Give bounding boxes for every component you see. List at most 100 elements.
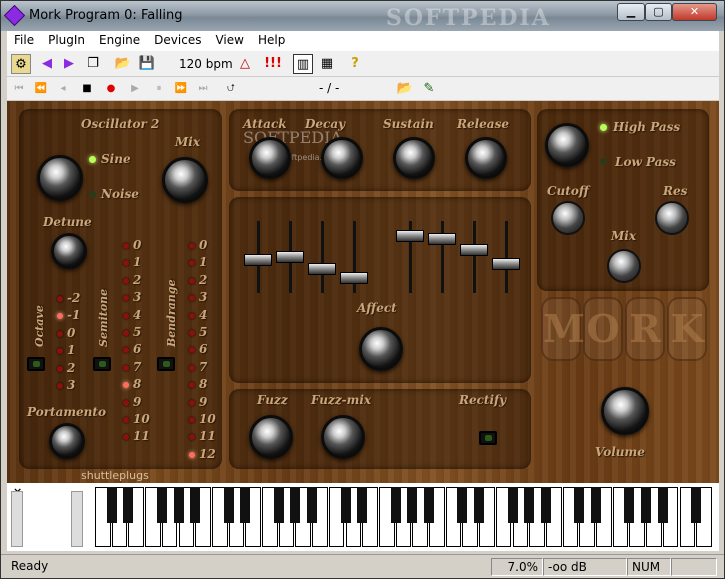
- loop-icon[interactable]: ⮍: [223, 80, 239, 98]
- bend-list-led-12[interactable]: [189, 451, 195, 458]
- osc-waveform-knob[interactable]: [37, 155, 83, 201]
- black-key[interactable]: [524, 487, 535, 523]
- black-key[interactable]: [624, 487, 635, 523]
- rectify-button[interactable]: [479, 431, 497, 445]
- release-knob[interactable]: [465, 137, 507, 179]
- black-key[interactable]: [657, 487, 668, 523]
- plugin-icon[interactable]: ⚙: [11, 54, 31, 74]
- bend-list-led-5[interactable]: [189, 330, 195, 336]
- menu-help[interactable]: Help: [251, 31, 292, 47]
- oct-list-led-5[interactable]: [57, 383, 63, 389]
- portamento-knob[interactable]: [49, 423, 85, 459]
- close-button[interactable]: ✕: [672, 3, 717, 21]
- open-folder-icon-2[interactable]: 📂: [395, 79, 415, 99]
- black-key[interactable]: [173, 487, 184, 523]
- black-key[interactable]: [240, 487, 251, 523]
- back-arrow-icon[interactable]: ◀: [37, 54, 57, 74]
- semi-list-led-10[interactable]: [123, 417, 129, 423]
- black-key[interactable]: [357, 487, 368, 523]
- filter-mode-knob[interactable]: [545, 123, 589, 167]
- minimize-button[interactable]: ▁: [617, 3, 645, 21]
- tempo-display[interactable]: 120 bpm: [179, 57, 233, 71]
- edit-icon[interactable]: ✎: [419, 79, 439, 99]
- mod-wheel[interactable]: [71, 491, 83, 547]
- black-key[interactable]: [474, 487, 485, 523]
- fader-1[interactable]: [244, 254, 272, 266]
- stop-icon[interactable]: ■: [79, 80, 95, 98]
- record-icon[interactable]: ●: [103, 80, 119, 98]
- oct-list-led-0[interactable]: [57, 296, 63, 302]
- pitch-wheel[interactable]: [11, 491, 23, 547]
- help-button[interactable]: ?: [345, 54, 365, 74]
- bend-list-led-9[interactable]: [189, 399, 195, 406]
- fuzz-mix-knob[interactable]: [321, 415, 365, 459]
- black-key[interactable]: [507, 487, 518, 523]
- menu-devices[interactable]: Devices: [147, 31, 208, 47]
- black-key[interactable]: [290, 487, 301, 523]
- black-key[interactable]: [273, 487, 284, 523]
- keyboard-icon[interactable]: ▥: [293, 54, 313, 74]
- fast-forward-icon[interactable]: ⏩: [173, 80, 189, 98]
- menu-plugin[interactable]: PlugIn: [41, 31, 92, 47]
- save-icon[interactable]: 💾: [137, 54, 157, 74]
- oct-list-led-2[interactable]: [57, 330, 63, 337]
- editor-icon[interactable]: ▦: [317, 54, 337, 74]
- fader-3[interactable]: [308, 263, 336, 275]
- black-key[interactable]: [591, 487, 601, 523]
- fader-4[interactable]: [340, 272, 368, 284]
- semi-list-led-7[interactable]: [123, 364, 129, 371]
- black-key[interactable]: [190, 487, 201, 523]
- bendrange-button[interactable]: [157, 357, 175, 371]
- menu-engine[interactable]: Engine: [92, 31, 147, 47]
- semi-list-led-0[interactable]: [123, 243, 129, 249]
- step-back-icon[interactable]: ◂: [55, 80, 71, 98]
- sustain-knob[interactable]: [393, 137, 435, 179]
- cutoff-knob[interactable]: [551, 201, 585, 235]
- fuzz-knob[interactable]: [249, 415, 293, 459]
- black-key[interactable]: [424, 487, 434, 523]
- fader-8[interactable]: [492, 258, 520, 271]
- menu-view[interactable]: View: [208, 31, 250, 47]
- black-key[interactable]: [307, 487, 318, 523]
- semitone-button[interactable]: [93, 357, 111, 371]
- rewind-start-icon[interactable]: ⏮: [11, 80, 27, 98]
- black-key[interactable]: [223, 487, 234, 523]
- fader-2[interactable]: [276, 251, 304, 263]
- octave-button[interactable]: [27, 357, 45, 371]
- fader-6[interactable]: [428, 233, 456, 245]
- black-key[interactable]: [156, 487, 167, 523]
- detune-knob[interactable]: [51, 233, 87, 269]
- black-key[interactable]: [123, 487, 134, 523]
- semi-list-led-2[interactable]: [123, 277, 129, 284]
- volume-knob[interactable]: [601, 387, 649, 435]
- res-knob[interactable]: [655, 201, 689, 235]
- bend-list-led-0[interactable]: [189, 243, 195, 249]
- decay-knob[interactable]: [321, 137, 363, 179]
- affect-knob[interactable]: [359, 327, 403, 371]
- oct-list-led-4[interactable]: [57, 365, 63, 372]
- attack-knob[interactable]: [249, 137, 291, 179]
- semi-list-led-4[interactable]: [123, 312, 129, 319]
- rewind-icon[interactable]: ⏪: [33, 80, 49, 98]
- fader-5[interactable]: [396, 230, 424, 242]
- windows-icon[interactable]: ❐: [83, 54, 103, 74]
- panic-button[interactable]: !!!: [263, 54, 283, 74]
- metronome-icon[interactable]: △: [235, 54, 255, 74]
- semi-list-led-9[interactable]: [123, 399, 129, 406]
- black-key[interactable]: [340, 487, 351, 523]
- black-key[interactable]: [457, 487, 468, 523]
- forward-arrow-icon[interactable]: ▶: [59, 54, 79, 74]
- black-key[interactable]: [574, 487, 585, 523]
- bend-list-led-7[interactable]: [189, 364, 195, 371]
- bend-list-led-10[interactable]: [189, 417, 195, 423]
- black-key[interactable]: [691, 487, 702, 523]
- bend-list-led-2[interactable]: [189, 277, 195, 284]
- bend-list-led-4[interactable]: [189, 312, 195, 319]
- play-icon[interactable]: ▶: [127, 80, 143, 98]
- open-folder-icon[interactable]: 📂: [113, 54, 133, 74]
- menu-file[interactable]: File: [7, 31, 41, 47]
- black-key[interactable]: [390, 487, 401, 523]
- black-key[interactable]: [407, 487, 418, 523]
- skip-end-icon[interactable]: ⏭: [195, 80, 211, 98]
- black-key[interactable]: [641, 487, 652, 523]
